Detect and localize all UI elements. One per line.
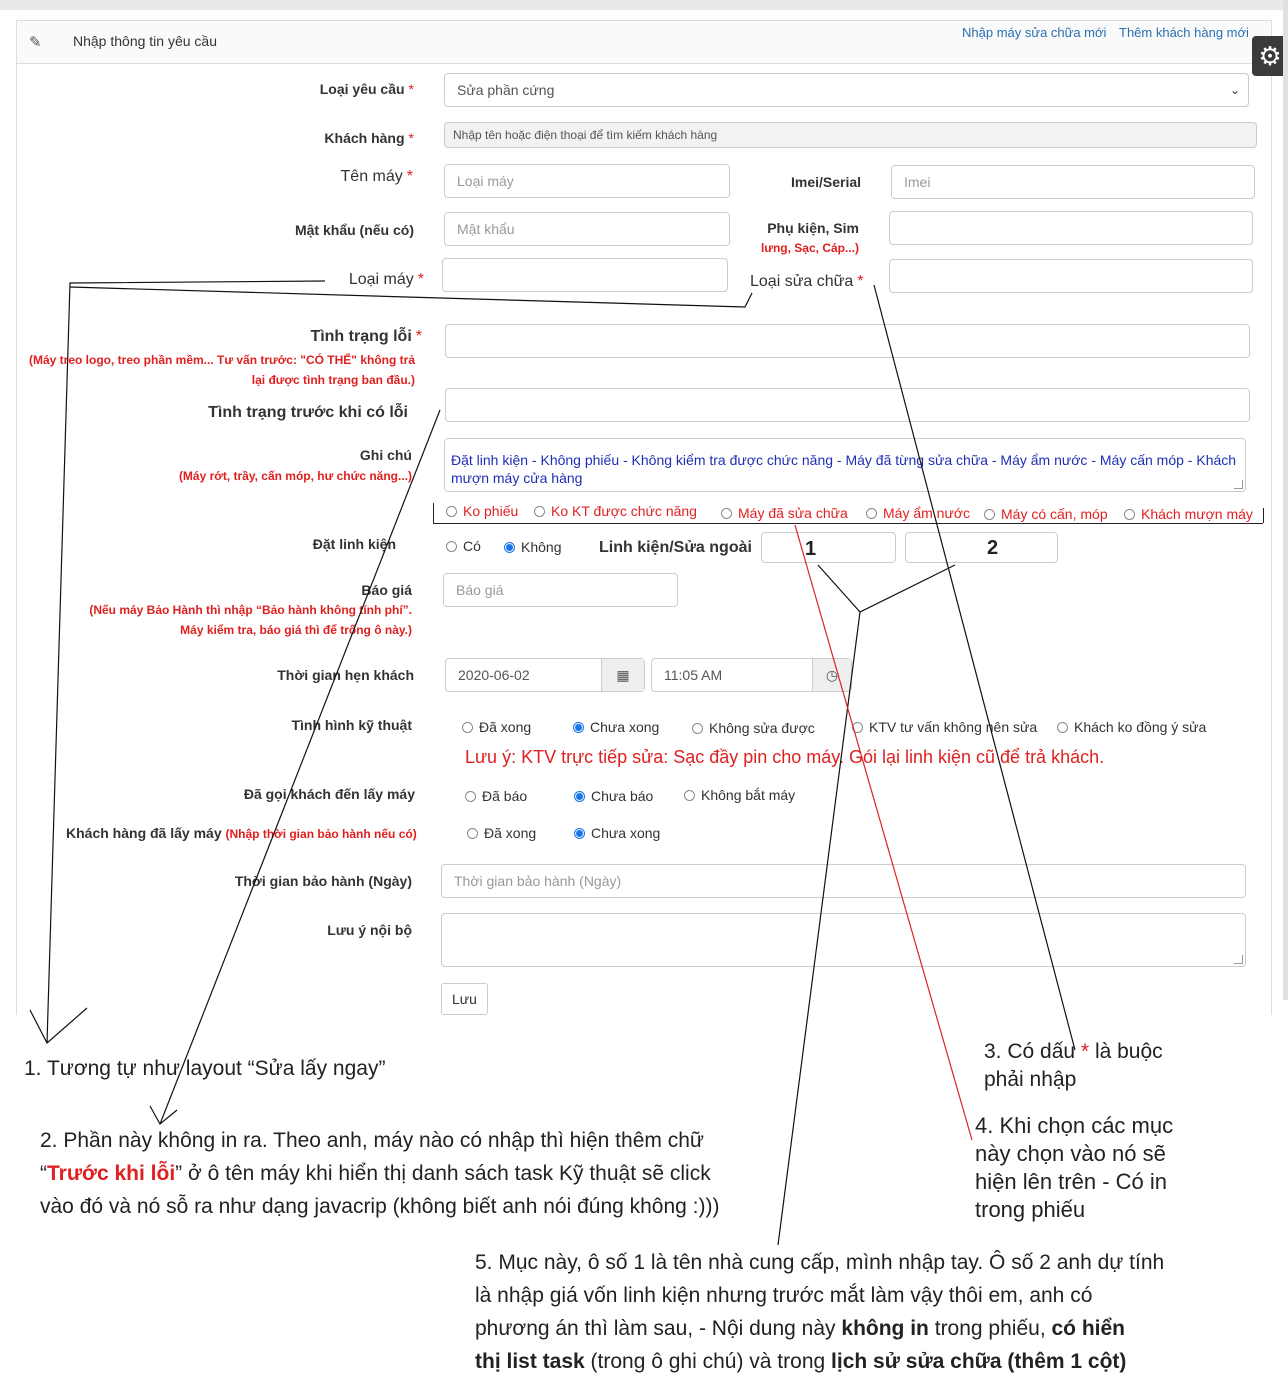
arrow-1-line — [46, 280, 326, 1044]
arrow-1-head — [29, 1007, 88, 1044]
arrow-3-line — [873, 284, 1076, 1051]
arrow-5-fork — [817, 564, 956, 613]
arrow-4-line — [794, 524, 973, 1141]
arrow-1-connector — [69, 286, 753, 308]
arrow-2-line — [159, 409, 441, 1125]
annotation-arrows — [29, 280, 1076, 1246]
